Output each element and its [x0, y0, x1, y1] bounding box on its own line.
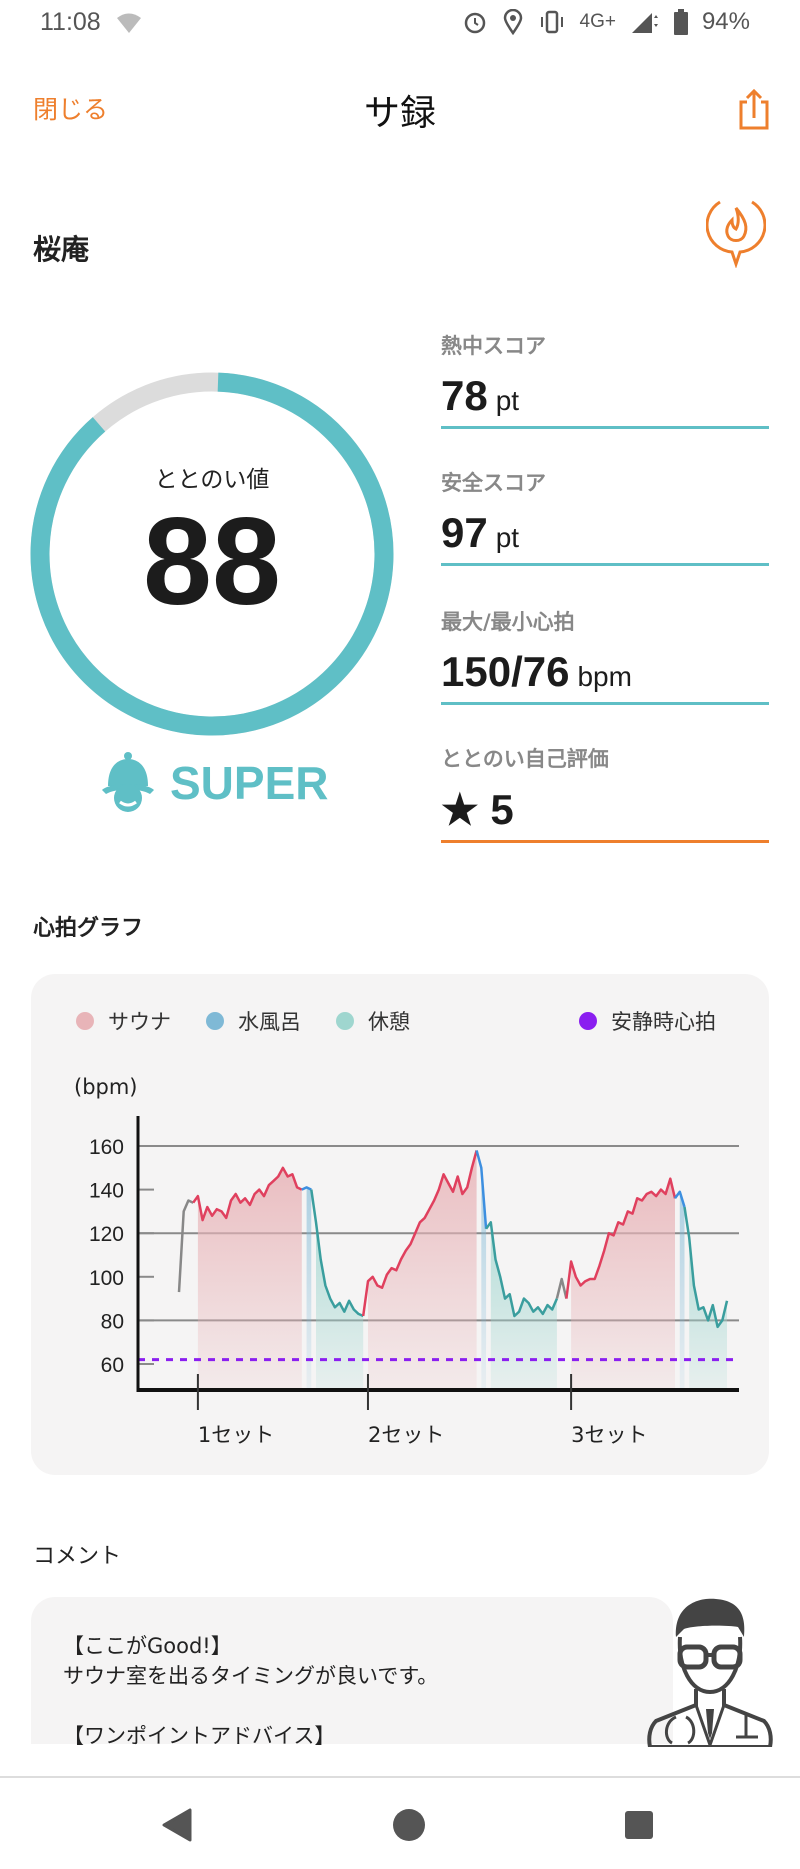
battery-icon: [673, 9, 688, 35]
other-line: [177, 1199, 194, 1293]
good-text: サウナ室を出るタイミングが良いです。: [63, 1664, 439, 1688]
rank-text: SUPER: [170, 757, 329, 809]
vibrate-icon: [540, 10, 563, 34]
nav-bar: [0, 1776, 800, 1869]
sauna-hat-face-icon: [102, 752, 154, 812]
totonoi-value: 88: [143, 493, 281, 631]
page-title: サ録: [363, 93, 436, 134]
good-heading: 【ここがGood!】: [63, 1634, 232, 1658]
alarm-icon: [464, 12, 485, 34]
rest-area: [316, 1222, 364, 1390]
doctor-avatar-icon: [647, 1598, 773, 1747]
set-label: 3セット: [571, 1423, 647, 1447]
set-label: 1セット: [198, 1423, 274, 1447]
sauna-flame-pin-icon[interactable]: [706, 196, 766, 268]
facility-name: 桜庵: [33, 233, 90, 266]
recents-icon[interactable]: [624, 1810, 654, 1840]
water-line: [673, 1190, 686, 1208]
divider: [441, 563, 769, 566]
heart-graph-title: 心拍グラフ: [33, 916, 144, 941]
share-icon[interactable]: [737, 88, 771, 130]
divider: [441, 840, 769, 843]
sauna-area: [197, 1167, 302, 1390]
comment-title: コメント: [33, 1544, 122, 1569]
network-type: 4G+: [579, 11, 616, 32]
status-time: 11:08: [40, 8, 101, 36]
water-area: [679, 1191, 685, 1390]
water-line: [301, 1186, 312, 1191]
totonoi-label: ととのい値: [154, 467, 270, 493]
set-label: 2セット: [368, 1423, 444, 1447]
rank-badge: SUPER: [100, 752, 328, 814]
y-tick-label: 80: [101, 1310, 124, 1333]
battery-percent: 94%: [701, 8, 750, 35]
stat-heart-rate: 最大/最小心拍 150/76 bpm: [441, 606, 769, 705]
home-icon[interactable]: [392, 1808, 426, 1842]
divider: [441, 702, 769, 705]
rest-area: [689, 1237, 727, 1390]
y-tick-label: 140: [89, 1180, 124, 1203]
stat-heat-score: 熱中スコア 78 pt: [441, 330, 769, 429]
y-tick-label: 120: [89, 1223, 124, 1246]
signal-icon: [631, 13, 658, 33]
status-bar: 11:08 4G+ 94%: [0, 0, 800, 48]
location-icon: [503, 9, 522, 35]
heart-rate-chart: 60 80 100 120 140 160 1セット 2セット 3セット: [89, 1116, 739, 1447]
comment-card: 【ここがGood!】 サウナ室を出るタイミングが良いです。 【ワンポイントアドバ…: [31, 1597, 673, 1748]
divider: [441, 426, 769, 429]
wifi-unknown-icon: [117, 13, 141, 33]
stat-self-rating: ととのい自己評価 ★ 5: [441, 743, 769, 843]
y-tick-label: 160: [89, 1136, 124, 1159]
y-tick-label: 60: [101, 1354, 124, 1377]
y-tick-label: 100: [89, 1267, 124, 1290]
other-line: [555, 1277, 568, 1299]
stat-safety-score: 安全スコア 97 pt: [441, 467, 769, 566]
back-icon[interactable]: [162, 1808, 192, 1842]
advice-heading: 【ワンポイントアドバイス】: [63, 1724, 336, 1748]
